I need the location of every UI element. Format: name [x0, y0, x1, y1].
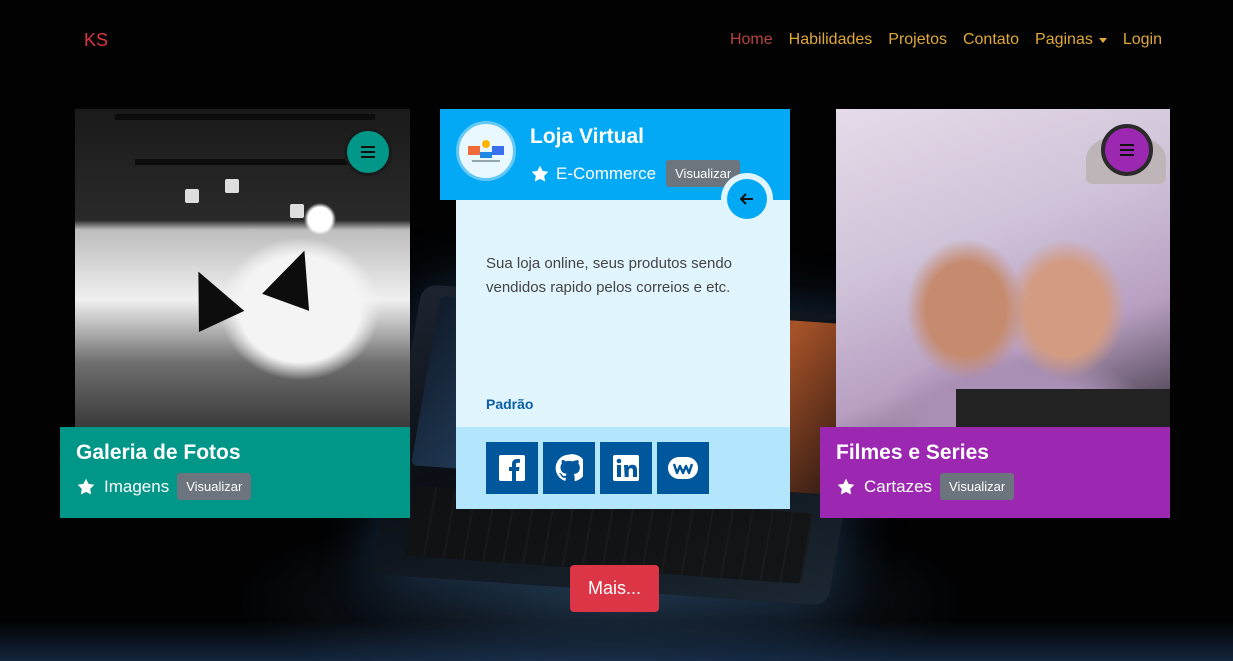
- more-button[interactable]: Mais...: [570, 565, 659, 612]
- card-galeria-visualizar-button[interactable]: Visualizar: [177, 473, 252, 500]
- nav-habilidades[interactable]: Habilidades: [789, 31, 873, 49]
- card-filmes-visualizar-button[interactable]: Visualizar: [940, 473, 1015, 500]
- nav-paginas-dropdown[interactable]: Paginas: [1035, 31, 1107, 49]
- nav-login[interactable]: Login: [1123, 31, 1162, 49]
- card-galeria-title: Galeria de Fotos: [76, 441, 241, 464]
- nav-contato[interactable]: Contato: [963, 31, 1019, 49]
- brand-logo[interactable]: KS: [84, 30, 108, 51]
- weebly-button[interactable]: [657, 442, 709, 494]
- card-filmes-menu-button[interactable]: [1101, 124, 1153, 176]
- ecommerce-logo-icon: [468, 140, 504, 162]
- nav-paginas-label: Paginas: [1035, 31, 1093, 48]
- menu-icon: [361, 146, 375, 158]
- weebly-icon: [668, 457, 698, 479]
- card-filmes-title: Filmes e Series: [836, 441, 989, 464]
- card-loja-category: E-Commerce: [556, 163, 657, 183]
- nav-home[interactable]: Home: [730, 31, 773, 49]
- card-galeria-category: Imagens: [104, 476, 170, 496]
- caret-down-icon: [1098, 37, 1107, 43]
- github-button[interactable]: [543, 442, 595, 494]
- card-galeria-menu-button[interactable]: [344, 128, 392, 176]
- nav-projetos[interactable]: Projetos: [888, 31, 947, 49]
- card-loja-tag: Padrão: [486, 396, 534, 412]
- card-loja-avatar: [456, 121, 516, 181]
- navbar: KS Home Habilidades Projetos Contato Pag…: [0, 0, 1233, 80]
- card-galeria-body: Galeria de Fotos Imagens Visualizar: [60, 427, 410, 518]
- menu-icon: [1120, 144, 1134, 156]
- card-loja-title: Loja Virtual: [530, 125, 644, 148]
- card-loja-body: Sua loja online, seus produtos sendo ven…: [456, 200, 790, 427]
- card-filmes-body: Filmes e Series Cartazes Visualizar: [820, 427, 1170, 518]
- card-loja-social-bar: [456, 427, 790, 509]
- floor-glow: [0, 621, 1233, 661]
- star-icon: [77, 478, 95, 494]
- card-loja-back-button[interactable]: [721, 173, 773, 225]
- facebook-icon: [499, 455, 525, 481]
- arrow-left-icon: [740, 193, 753, 205]
- linkedin-button[interactable]: [600, 442, 652, 494]
- nav-links: Home Habilidades Projetos Contato Pagina…: [730, 31, 1162, 49]
- star-icon: [837, 478, 855, 494]
- card-loja-description: Sua loja online, seus produtos sendo ven…: [486, 255, 733, 296]
- card-filmes-category: Cartazes: [864, 476, 933, 496]
- github-icon: [555, 454, 583, 482]
- star-icon: [531, 165, 549, 181]
- linkedin-icon: [613, 455, 639, 481]
- facebook-button[interactable]: [486, 442, 538, 494]
